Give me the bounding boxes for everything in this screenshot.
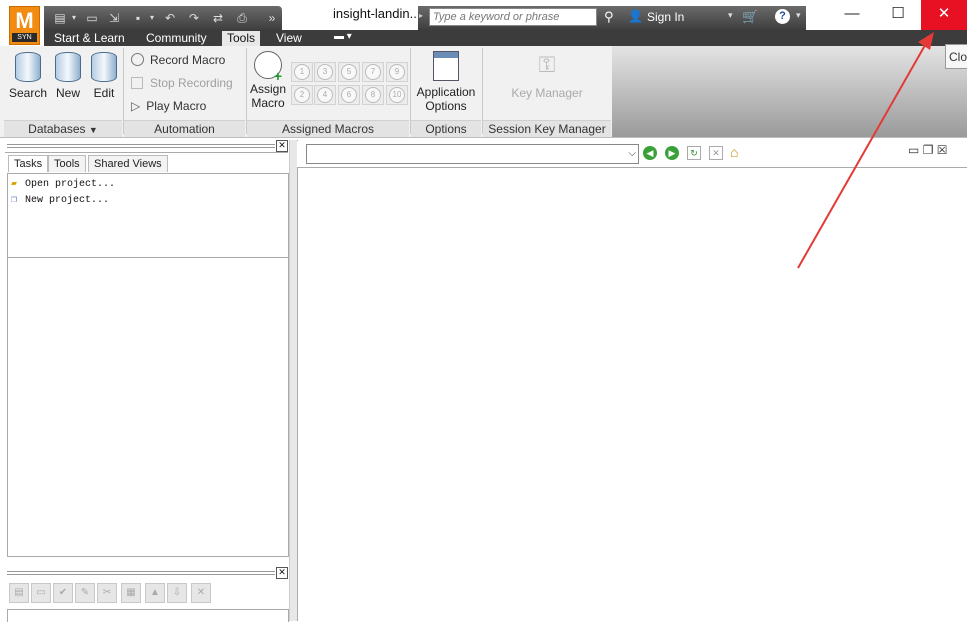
annotation-arrow <box>797 32 934 269</box>
arrow-shaft <box>797 39 929 269</box>
arrow-head <box>918 32 934 50</box>
